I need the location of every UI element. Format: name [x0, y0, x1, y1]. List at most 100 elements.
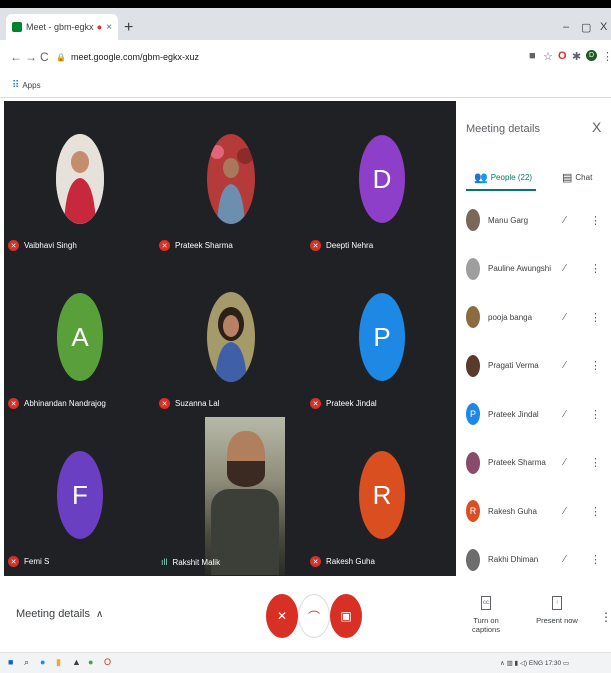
- more-options-icon[interactable]: ⋮: [590, 456, 601, 469]
- store-icon[interactable]: ▲: [72, 657, 81, 667]
- url-text: meet.google.com/gbm-egkx-xuz: [70, 52, 200, 62]
- participant-name: Prateek Sharma: [175, 241, 233, 250]
- browser-menu-icon[interactable]: ⋮: [602, 50, 611, 63]
- camera-off-icon: ▣: [340, 609, 352, 623]
- mic-muted-icon: ⁄: [564, 554, 566, 566]
- person-avatar: [466, 306, 480, 329]
- lock-icon: 🔒: [56, 52, 66, 62]
- present-now-button[interactable]: ↑ Present now: [535, 596, 579, 625]
- participant-tile[interactable]: ✕ Suzanna Lal: [155, 259, 305, 417]
- mic-muted-icon: ⁄: [564, 505, 566, 517]
- profile-avatar-icon[interactable]: D: [586, 50, 597, 61]
- search-icon[interactable]: ⌕: [24, 657, 29, 668]
- microphone-toggle-button[interactable]: ✕: [266, 594, 298, 638]
- meeting-details-label: Meeting details: [16, 608, 90, 620]
- bookmarks-bar: ⠿ Apps: [0, 74, 611, 98]
- person-avatar: [466, 548, 480, 571]
- close-window-button[interactable]: X: [600, 21, 607, 33]
- participant-video[interactable]: [205, 417, 285, 575]
- tray-chevron-icon[interactable]: ∧: [500, 660, 505, 667]
- extensions-puzzle-icon[interactable]: ✱: [572, 50, 581, 63]
- captions-button[interactable]: cc Turn on captions: [462, 596, 510, 634]
- participant-tile[interactable]: D ✕ Deepti Nehra: [306, 101, 456, 259]
- more-options-icon[interactable]: ⋮: [600, 610, 611, 624]
- notifications-icon[interactable]: ▭: [563, 660, 569, 667]
- tab-chat-label: Chat: [575, 173, 593, 182]
- tab-people[interactable]: 👥 People (22): [474, 171, 532, 184]
- panel-title: Meeting details: [466, 123, 540, 135]
- forward-icon[interactable]: →: [25, 50, 37, 64]
- list-item[interactable]: Pragati Verma ⁄ ⋮: [456, 342, 611, 391]
- participant-photo: [207, 292, 255, 382]
- clock[interactable]: 17:30: [545, 660, 561, 667]
- more-options-icon[interactable]: ⋮: [590, 214, 601, 227]
- mic-muted-icon: ✕: [310, 556, 321, 567]
- tab-close-icon[interactable]: ×: [106, 22, 112, 33]
- participant-name: Vaibhavi Singh: [24, 241, 77, 250]
- volume-icon[interactable]: ◁): [520, 660, 527, 667]
- battery-icon[interactable]: ▮: [515, 660, 519, 667]
- more-options-icon[interactable]: ⋮: [590, 408, 601, 421]
- person-name: pooja banga: [488, 312, 533, 322]
- language-indicator[interactable]: ENG: [529, 660, 543, 667]
- participant-tile[interactable]: ✕ Vaibhavi Singh: [4, 101, 154, 259]
- person-name: Pragati Verma: [488, 361, 539, 371]
- network-icon[interactable]: ▥: [507, 660, 513, 667]
- list-item[interactable]: Manu Garg ⁄ ⋮: [456, 196, 611, 245]
- participant-name: Abhinandan Nandrajog: [24, 399, 106, 408]
- video-person-beard: [227, 461, 265, 487]
- hang-up-icon: ⌒: [307, 609, 320, 624]
- video-person-body: [211, 489, 279, 575]
- participant-tile[interactable]: A ✕ Abhinandan Nandrajog: [4, 259, 154, 417]
- list-item[interactable]: Prateek Sharma ⁄ ⋮: [456, 439, 611, 488]
- more-options-icon[interactable]: ⋮: [590, 262, 601, 275]
- participant-avatar: P: [359, 293, 405, 381]
- camera-toggle-button[interactable]: ▣: [330, 594, 362, 638]
- bookmark-star-icon[interactable]: ☆: [543, 50, 553, 63]
- file-explorer-icon[interactable]: ▮: [56, 657, 61, 668]
- person-name: Pauline Awungshi: [488, 264, 552, 274]
- opera-extension-icon[interactable]: O: [558, 50, 567, 62]
- chat-icon: ▤: [562, 172, 573, 184]
- more-options-icon[interactable]: ⋮: [590, 553, 601, 566]
- list-item[interactable]: pooja banga ⁄ ⋮: [456, 293, 611, 342]
- apps-shortcut[interactable]: ⠿ Apps: [12, 80, 41, 91]
- mic-muted-icon: ✕: [159, 240, 170, 251]
- meeting-controls-bar: Meeting details ∧ ✕ ⌒ ▣ cc Turn on capti…: [0, 576, 611, 652]
- participant-photo: [207, 134, 255, 224]
- more-options-icon[interactable]: ⋮: [590, 505, 601, 518]
- maximize-button[interactable]: ▢: [581, 21, 591, 34]
- participant-tile[interactable]: F ✕ Femi S: [4, 417, 154, 575]
- meeting-details-button[interactable]: Meeting details ∧: [16, 608, 103, 620]
- list-item[interactable]: R Rakesh Guha ⁄ ⋮: [456, 487, 611, 536]
- more-options-icon[interactable]: ⋮: [590, 311, 601, 324]
- edge-icon[interactable]: ●: [40, 657, 45, 667]
- minimize-button[interactable]: –: [563, 21, 569, 33]
- list-item[interactable]: P Prateek Jindal ⁄ ⋮: [456, 390, 611, 439]
- new-tab-button[interactable]: +: [124, 19, 133, 37]
- participant-tile[interactable]: P ✕ Prateek Jindal: [306, 259, 456, 417]
- address-bar[interactable]: 🔒 meet.google.com/gbm-egkx-xuz: [56, 47, 536, 67]
- participant-name-tag: ✕ Femi S: [8, 556, 49, 567]
- browser-tab[interactable]: Meet - gbm-egkx-xuz ● ×: [6, 14, 118, 40]
- chevron-up-icon: ∧: [96, 608, 104, 620]
- camera-permission-icon[interactable]: ■: [529, 50, 536, 62]
- mic-off-icon: ✕: [276, 609, 288, 623]
- participant-tile[interactable]: ✕ Prateek Sharma: [155, 101, 305, 259]
- back-icon[interactable]: ←: [10, 50, 22, 64]
- more-options-icon[interactable]: ⋮: [590, 359, 601, 372]
- participant-tile[interactable]: R ✕ Rakesh Guha: [306, 417, 456, 575]
- participant-name: Prateek Jindal: [326, 399, 377, 408]
- windows-start-icon[interactable]: ■: [8, 657, 13, 667]
- chrome-icon[interactable]: ●: [88, 657, 93, 667]
- leave-call-button[interactable]: ⌒: [298, 594, 330, 638]
- person-name: Prateek Sharma: [488, 458, 546, 468]
- mic-muted-icon: ⁄: [564, 214, 566, 226]
- list-item[interactable]: Pauline Awungshi ⁄ ⋮: [456, 245, 611, 294]
- participant-avatar: R: [359, 451, 405, 539]
- system-tray: ∧ ▥ ▮ ◁) ENG 17:30 ▭: [500, 659, 569, 667]
- reload-icon[interactable]: C: [40, 50, 49, 64]
- close-panel-button[interactable]: X: [592, 119, 601, 135]
- tab-chat[interactable]: ▤ Chat: [562, 171, 592, 184]
- opera-icon[interactable]: O: [104, 657, 111, 667]
